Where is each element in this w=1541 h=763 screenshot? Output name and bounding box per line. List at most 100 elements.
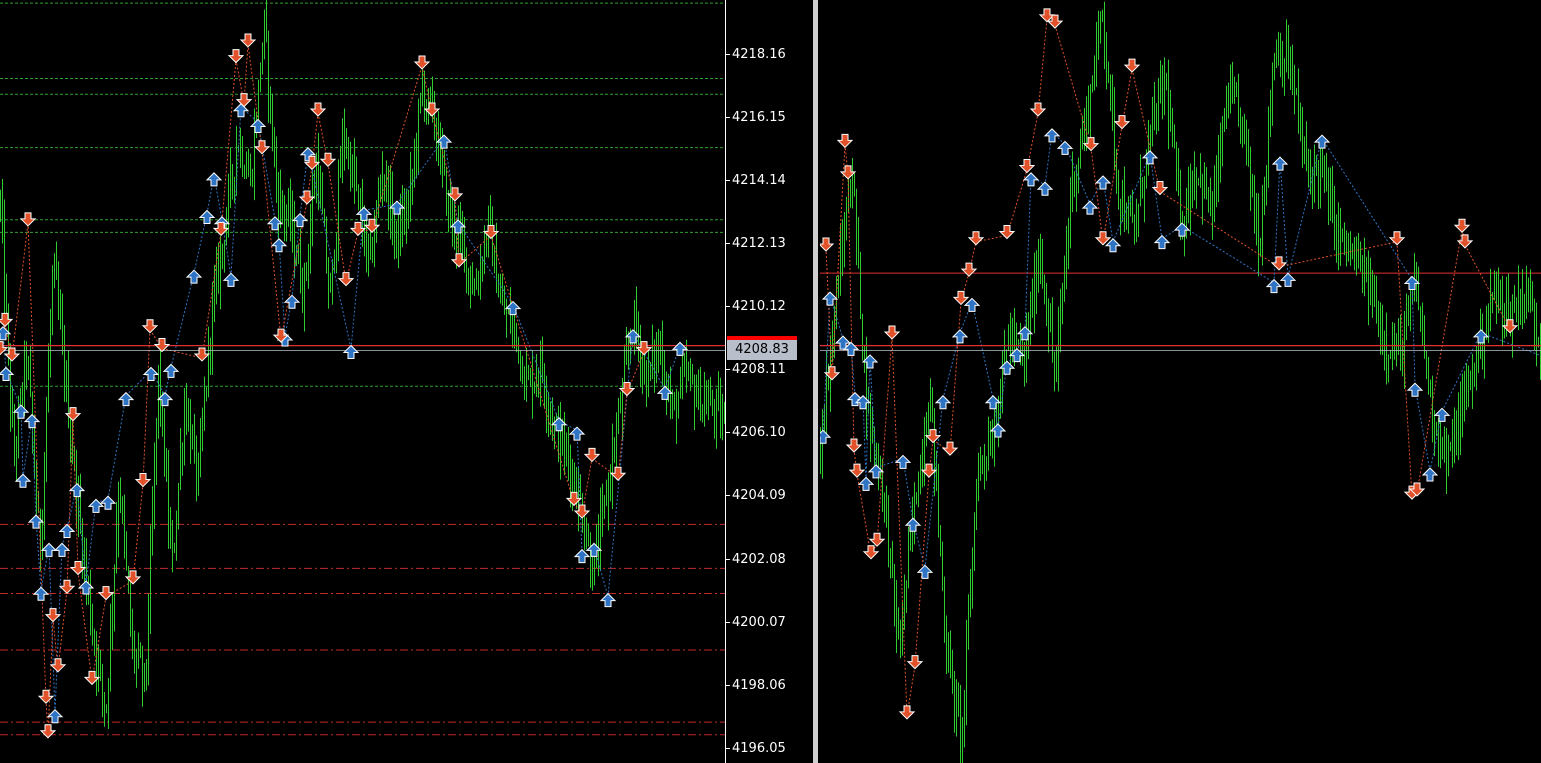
buy-signal xyxy=(963,297,981,312)
buy-signal xyxy=(1153,234,1171,250)
sell-connector xyxy=(57,590,68,669)
y-tick: 4212.13 xyxy=(725,236,810,251)
buy-signal xyxy=(1141,150,1159,165)
sell-signal xyxy=(960,262,978,277)
buy-signal xyxy=(934,395,952,410)
buy-arrow xyxy=(1421,467,1439,482)
sell-signal xyxy=(906,655,924,670)
y-tick-mark xyxy=(725,558,730,560)
sell-signal xyxy=(1388,231,1406,246)
y-tick-mark xyxy=(725,621,730,623)
sell-arrow xyxy=(941,441,959,456)
right-chart-panel[interactable] xyxy=(820,0,1541,763)
sell-signal xyxy=(967,231,985,246)
y-tick-mark xyxy=(725,242,730,244)
buy-signal xyxy=(916,564,934,579)
sell-signal xyxy=(193,347,211,362)
sell-signal xyxy=(1453,218,1471,233)
buy-arrow xyxy=(1036,181,1054,196)
y-tick-mark xyxy=(725,53,730,55)
sell-signal xyxy=(1501,319,1519,334)
buy-connector xyxy=(862,398,867,481)
sell-arrow xyxy=(1501,319,1519,334)
sell-signal xyxy=(1123,58,1141,73)
sell-arrow xyxy=(44,608,62,623)
sell-arrow xyxy=(235,93,253,108)
buy-arrow xyxy=(1153,234,1171,250)
sell-connector xyxy=(1090,147,1104,242)
buy-signal xyxy=(1036,181,1054,196)
sell-arrow xyxy=(906,655,924,670)
buy-signal xyxy=(951,329,969,344)
buy-arrow xyxy=(162,363,180,378)
buy-signal xyxy=(1421,467,1439,482)
sell-signal xyxy=(848,463,866,478)
chart-split-handle[interactable] xyxy=(811,0,820,763)
sell-connector xyxy=(949,301,962,453)
buy-signal xyxy=(12,404,30,419)
buy-arrow xyxy=(1022,172,1040,187)
buy-signal xyxy=(162,363,180,378)
sell-signal xyxy=(413,55,431,70)
sell-arrow xyxy=(1388,231,1406,246)
left-price-chart[interactable] xyxy=(0,0,725,763)
buy-connector xyxy=(607,332,634,597)
y-tick-mark xyxy=(725,179,730,181)
sell-arrow xyxy=(19,212,37,227)
sell-signal xyxy=(820,237,835,252)
sell-signal xyxy=(19,212,37,227)
y-tick-label: 4204.09 xyxy=(732,488,786,504)
y-tick-label: 4206.10 xyxy=(732,425,786,441)
sell-connector xyxy=(1054,24,1092,148)
buy-connector xyxy=(1441,332,1482,412)
right-price-chart[interactable] xyxy=(820,0,1541,763)
sell-arrow xyxy=(967,231,985,246)
sell-arrow xyxy=(960,262,978,277)
y-tick-label: 4196.05 xyxy=(732,740,786,756)
buy-connector xyxy=(1480,332,1541,357)
buy-signal xyxy=(984,395,1002,410)
buy-arrow xyxy=(185,269,203,284)
sell-signal xyxy=(58,579,76,595)
buy-signal xyxy=(53,542,71,557)
signal-connectors xyxy=(822,18,1541,716)
buy-signal xyxy=(1279,272,1297,287)
sell-arrow xyxy=(823,366,841,381)
buy-arrow xyxy=(963,297,981,312)
buy-signal xyxy=(198,209,216,225)
buy-arrow xyxy=(916,564,934,579)
sell-signal xyxy=(212,221,230,237)
sell-arrow xyxy=(862,545,880,560)
buy-connector xyxy=(107,395,127,500)
sell-arrow xyxy=(836,133,854,149)
buy-arrow xyxy=(12,404,30,419)
buy-arrow xyxy=(1094,175,1112,190)
buy-signal xyxy=(820,429,832,444)
buy-signal xyxy=(1043,128,1061,143)
buy-signal xyxy=(1406,382,1424,397)
buy-arrow xyxy=(32,586,50,601)
buy-signal xyxy=(1433,407,1451,422)
sell-signal xyxy=(450,253,468,268)
sell-arrow xyxy=(1151,181,1169,196)
sell-arrow xyxy=(609,466,627,481)
buy-signal xyxy=(46,709,64,724)
sell-arrow xyxy=(1456,234,1474,249)
sell-arrow xyxy=(998,224,1016,240)
sell-arrow xyxy=(227,49,245,64)
y-tick: 4196.05 xyxy=(725,740,810,756)
y-tick: 4208.11 xyxy=(725,363,810,377)
y-tick-label: 4208.11 xyxy=(732,362,786,378)
buy-arrow xyxy=(1406,382,1424,397)
buy-signal xyxy=(68,482,86,498)
buy-arrow xyxy=(984,395,1002,410)
buy-arrow xyxy=(249,118,267,133)
left-chart-panel[interactable] xyxy=(0,0,725,763)
sell-arrow xyxy=(298,190,316,205)
buy-signal xyxy=(117,391,135,407)
sell-signal xyxy=(319,152,337,167)
sell-signal xyxy=(0,312,14,328)
buy-signal xyxy=(568,426,586,441)
buy-signal xyxy=(23,413,41,429)
buy-arrow xyxy=(58,523,76,539)
